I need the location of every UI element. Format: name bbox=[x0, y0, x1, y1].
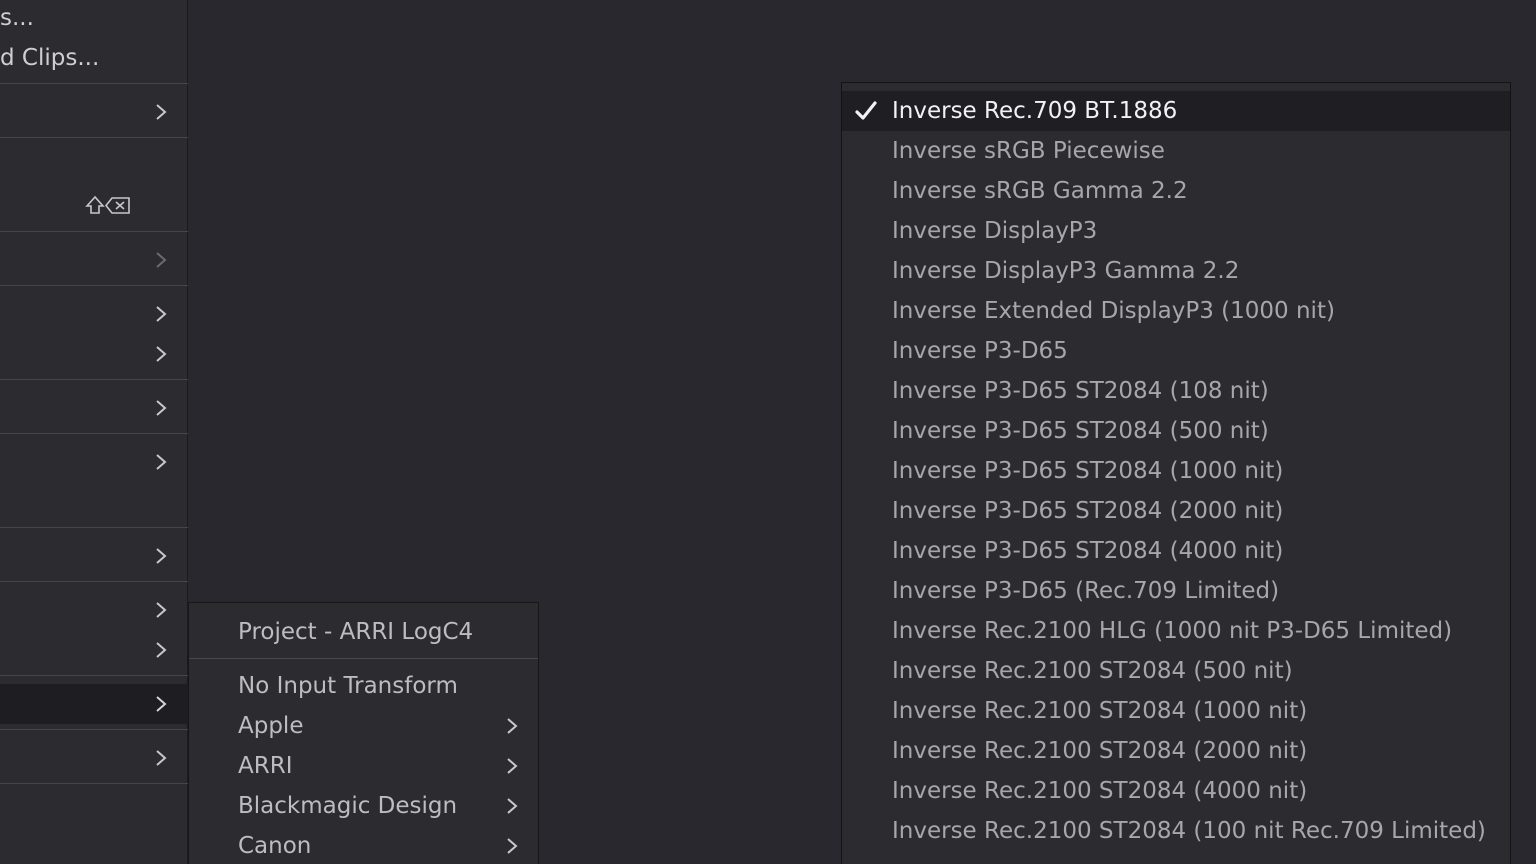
chevron-right-icon bbox=[155, 601, 167, 619]
submenu-row[interactable] bbox=[0, 442, 188, 482]
menu-item[interactable]: Inverse P3-D65 ST2084 (4000 nit) bbox=[842, 531, 1510, 571]
menu-item[interactable]: Inverse sRGB Gamma 2.2 bbox=[842, 171, 1510, 211]
chevron-right-icon bbox=[506, 837, 518, 855]
submenu-row-disabled bbox=[0, 240, 188, 280]
menu-item-arri[interactable]: ARRI bbox=[238, 751, 292, 781]
menu-item-label: Inverse sRGB Gamma 2.2 bbox=[892, 178, 1188, 204]
menu-item[interactable]: Inverse Rec.2100 ST2084 (1000 nit) bbox=[842, 691, 1510, 731]
input-transform-menu: Project - ARRI LogC4 No Input Transform … bbox=[188, 602, 539, 864]
menu-item-label: Inverse Rec.2100 ST2084 (4000 nit) bbox=[892, 778, 1308, 804]
chevron-right-icon bbox=[155, 641, 167, 659]
chevron-right-icon bbox=[155, 453, 167, 471]
chevron-right-icon bbox=[506, 717, 518, 735]
menu-item-selected[interactable]: Inverse Rec.709 BT.1886 bbox=[842, 91, 1510, 131]
menu-item[interactable]: Inverse P3-D65 (Rec.709 Limited) bbox=[842, 571, 1510, 611]
menu-separator bbox=[0, 581, 188, 582]
menu-item-1[interactable]: s... bbox=[0, 4, 34, 32]
menu-item[interactable]: Inverse DisplayP3 Gamma 2.2 bbox=[842, 251, 1510, 291]
menu-item-label: Inverse P3-D65 bbox=[892, 338, 1068, 364]
menu-item-label: Inverse P3-D65 ST2084 (2000 nit) bbox=[892, 498, 1284, 524]
menu-item-2[interactable]: d Clips... bbox=[0, 44, 99, 72]
menu-separator bbox=[0, 83, 188, 84]
menu-item[interactable]: Inverse P3-D65 ST2084 (108 nit) bbox=[842, 371, 1510, 411]
menu-item[interactable]: Inverse P3-D65 bbox=[842, 331, 1510, 371]
submenu-row[interactable] bbox=[0, 536, 188, 576]
menu-item[interactable]: Inverse P3-D65 ST2084 (500 nit) bbox=[842, 411, 1510, 451]
menu-item[interactable]: Inverse Rec.2100 ST2084 (500 nit) bbox=[842, 651, 1510, 691]
chevron-right-icon bbox=[506, 757, 518, 775]
menu-separator bbox=[0, 433, 188, 434]
menu-item[interactable]: Inverse sRGB Piecewise bbox=[842, 131, 1510, 171]
chevron-right-icon bbox=[506, 797, 518, 815]
menu-item[interactable]: Inverse Extended DisplayP3 (1000 nit) bbox=[842, 291, 1510, 331]
submenu-row[interactable] bbox=[0, 334, 188, 374]
context-menu: s... d Clips... bbox=[0, 0, 188, 864]
menu-separator bbox=[0, 783, 188, 784]
submenu-row-active[interactable] bbox=[0, 684, 188, 724]
chevron-right-icon bbox=[155, 103, 167, 121]
chevron-right-icon bbox=[155, 695, 167, 713]
checkmark-icon bbox=[854, 100, 878, 122]
menu-separator bbox=[0, 729, 188, 730]
chevron-right-icon bbox=[155, 305, 167, 323]
submenu-row[interactable] bbox=[0, 590, 188, 630]
menu-item-no-input-transform[interactable]: No Input Transform bbox=[238, 671, 458, 701]
menu-item-label: Inverse Rec.2100 ST2084 (100 nit Rec.709… bbox=[892, 818, 1486, 844]
submenu-row[interactable] bbox=[0, 294, 188, 334]
menu-item-label: Inverse sRGB Piecewise bbox=[892, 138, 1165, 164]
chevron-right-icon bbox=[155, 547, 167, 565]
submenu-row[interactable] bbox=[0, 630, 188, 670]
menu-item[interactable]: Inverse DisplayP3 bbox=[842, 211, 1510, 251]
inverse-transform-menu: Inverse Rec.709 BT.1886 Inverse sRGB Pie… bbox=[841, 82, 1511, 864]
menu-separator bbox=[189, 658, 538, 659]
menu-item[interactable]: Inverse P3-D65 ST2084 (1000 nit) bbox=[842, 451, 1510, 491]
menu-item[interactable]: Inverse Rec.2100 ST2084 (100 nit Rec.709… bbox=[842, 811, 1510, 851]
menu-item-canon[interactable]: Canon bbox=[238, 831, 311, 861]
shift-delete-icon bbox=[84, 194, 132, 218]
menu-item[interactable]: Inverse P3-D65 ST2084 (2000 nit) bbox=[842, 491, 1510, 531]
menu-item-label: Inverse Rec.2100 ST2084 (2000 nit) bbox=[892, 738, 1308, 764]
menu-separator bbox=[0, 379, 188, 380]
menu-item-label: Inverse P3-D65 ST2084 (1000 nit) bbox=[892, 458, 1284, 484]
menu-separator bbox=[0, 675, 188, 676]
current-project-item[interactable]: Project - ARRI LogC4 bbox=[238, 617, 473, 647]
menu-item-label: Inverse P3-D65 ST2084 (500 nit) bbox=[892, 418, 1269, 444]
menu-item-label: Inverse P3-D65 ST2084 (108 nit) bbox=[892, 378, 1269, 404]
menu-item-label: Inverse Rec.2100 ST2084 (1000 nit) bbox=[892, 698, 1308, 724]
submenu-row[interactable] bbox=[0, 388, 188, 428]
submenu-row[interactable] bbox=[0, 92, 188, 132]
submenu-row[interactable] bbox=[0, 738, 188, 778]
menu-item-label: Inverse DisplayP3 bbox=[892, 218, 1098, 244]
menu-item[interactable]: Inverse Rec.2100 ST2084 (2000 nit) bbox=[842, 731, 1510, 771]
menu-separator bbox=[0, 285, 188, 286]
chevron-right-icon bbox=[155, 251, 167, 269]
menu-item-label: Inverse P3-D65 ST2084 (4000 nit) bbox=[892, 538, 1284, 564]
menu-separator bbox=[0, 137, 188, 138]
menu-item-label: Inverse Extended DisplayP3 (1000 nit) bbox=[892, 298, 1335, 324]
menu-separator bbox=[0, 231, 188, 232]
chevron-right-icon bbox=[155, 345, 167, 363]
menu-item[interactable]: Inverse Rec.2100 ST2084 (4000 nit) bbox=[842, 771, 1510, 811]
menu-item-blackmagic-design[interactable]: Blackmagic Design bbox=[238, 791, 457, 821]
menu-item-label: Inverse Rec.2100 ST2084 (500 nit) bbox=[892, 658, 1293, 684]
menu-item-label: Inverse Rec.709 BT.1886 bbox=[892, 98, 1178, 124]
menu-item-apple[interactable]: Apple bbox=[238, 711, 303, 741]
menu-separator bbox=[0, 527, 188, 528]
app-canvas: s... d Clips... Project - ARRI LogC4 No … bbox=[0, 0, 1536, 864]
menu-item-label: Inverse P3-D65 (Rec.709 Limited) bbox=[892, 578, 1280, 604]
menu-item-label: Inverse Rec.2100 HLG (1000 nit P3-D65 Li… bbox=[892, 618, 1453, 644]
menu-item[interactable]: Inverse Rec.2100 HLG (1000 nit P3-D65 Li… bbox=[842, 611, 1510, 651]
menu-item-label: Inverse DisplayP3 Gamma 2.2 bbox=[892, 258, 1240, 284]
chevron-right-icon bbox=[155, 399, 167, 417]
chevron-right-icon bbox=[155, 749, 167, 767]
